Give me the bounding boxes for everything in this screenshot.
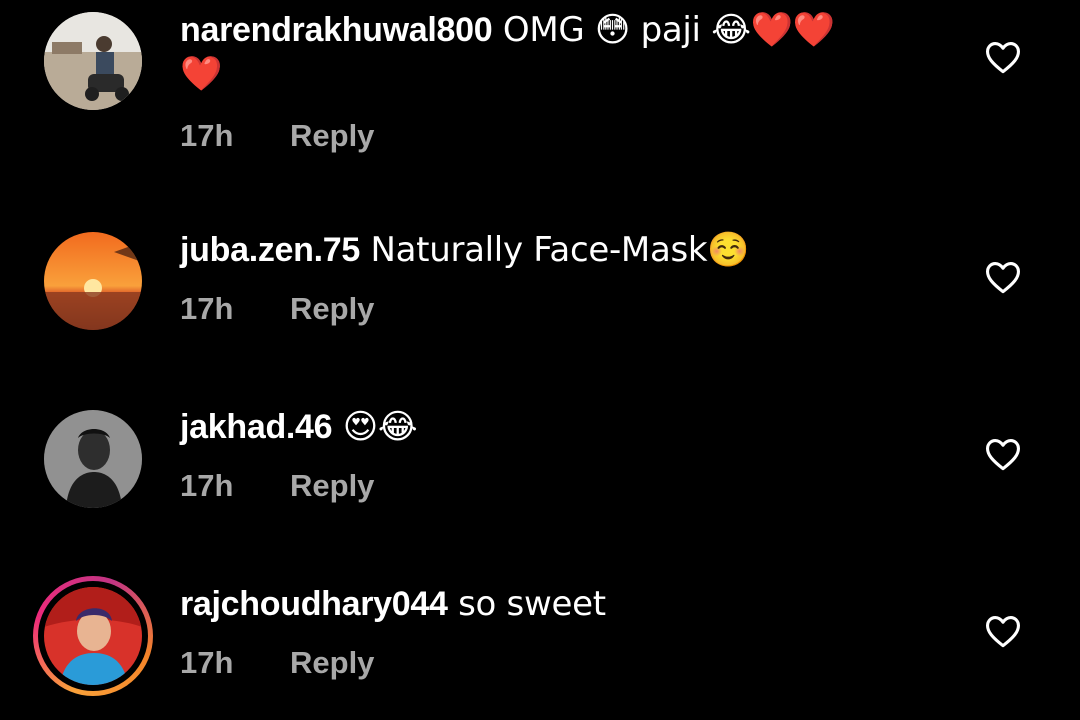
- heart-outline-icon[interactable]: [984, 260, 1022, 294]
- avatar[interactable]: [44, 410, 142, 508]
- reply-button[interactable]: Reply: [290, 291, 374, 326]
- comment-timestamp: 17h: [180, 645, 234, 680]
- reply-button[interactable]: Reply: [290, 468, 374, 503]
- heart-outline-icon[interactable]: [984, 40, 1022, 74]
- comment-username[interactable]: juba.zen.75: [180, 231, 360, 269]
- avatar-photo: [44, 587, 142, 685]
- reply-button[interactable]: Reply: [290, 118, 374, 153]
- story-ring[interactable]: [33, 576, 153, 696]
- avatar[interactable]: [44, 12, 142, 110]
- avatar[interactable]: [44, 587, 142, 685]
- heart-outline-icon[interactable]: [984, 614, 1022, 648]
- comment-text: juba.zen.75 Naturally Face-Mask☺️: [180, 228, 940, 272]
- comment-message-line2: ❤️: [180, 54, 223, 94]
- comment-username[interactable]: rajchoudhary044: [180, 585, 448, 623]
- comment-username[interactable]: narendrakhuwal800: [180, 11, 493, 49]
- avatar-photo: [44, 232, 142, 330]
- comment-meta: 17h Reply: [180, 291, 374, 327]
- reply-button[interactable]: Reply: [290, 645, 374, 680]
- comment-timestamp: 17h: [180, 468, 234, 503]
- avatar-photo: [44, 410, 142, 508]
- comment-text: narendrakhuwal800 OMG 😳 paji 😂❤️❤️ ❤️: [180, 8, 940, 96]
- comment-timestamp: 17h: [180, 291, 234, 326]
- comment-message: 😍😂: [332, 407, 418, 447]
- avatar[interactable]: [44, 232, 142, 330]
- comment-message: Naturally Face-Mask☺️: [359, 230, 750, 270]
- comment-meta: 17h Reply: [180, 118, 374, 154]
- comment-meta: 17h Reply: [180, 645, 374, 681]
- comment-timestamp: 17h: [180, 118, 234, 153]
- avatar-photo: [44, 12, 142, 110]
- heart-outline-icon[interactable]: [984, 437, 1022, 471]
- comment-message: OMG 😳 paji 😂❤️❤️: [492, 10, 835, 50]
- comment-username[interactable]: jakhad.46: [180, 408, 333, 446]
- comment-text: jakhad.46 😍😂: [180, 405, 940, 449]
- comment-message: so sweet: [447, 584, 606, 624]
- comment-text: rajchoudhary044 so sweet: [180, 582, 940, 626]
- comment-meta: 17h Reply: [180, 468, 374, 504]
